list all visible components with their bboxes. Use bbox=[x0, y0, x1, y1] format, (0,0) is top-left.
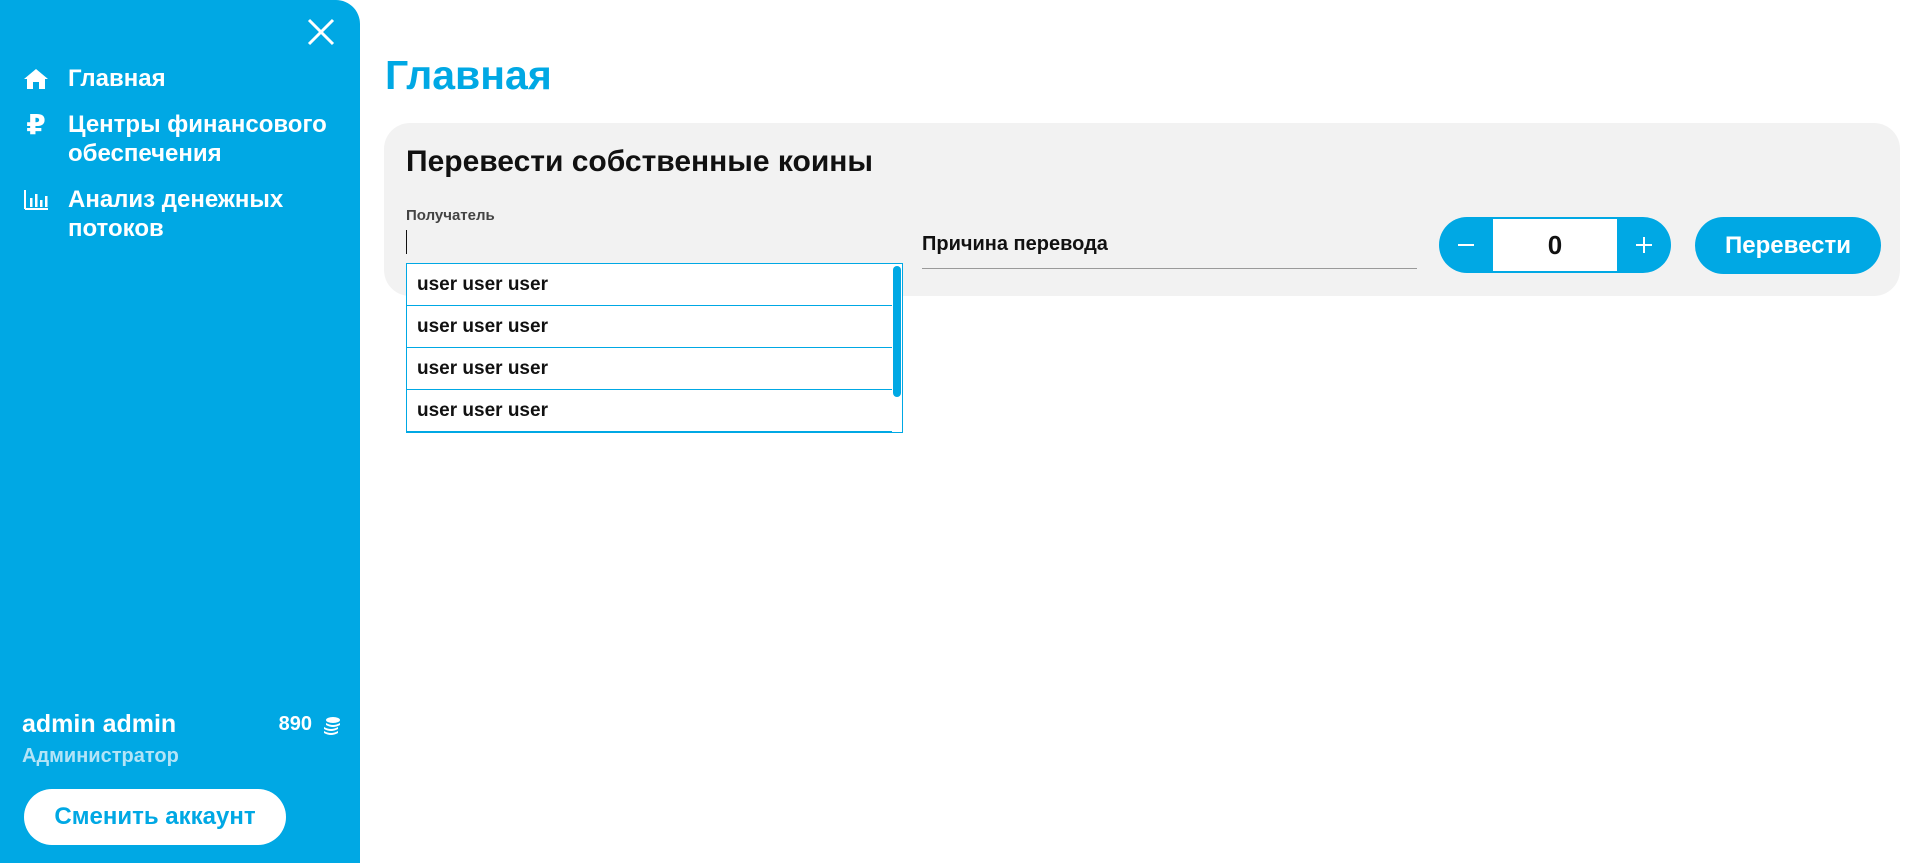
sidebar-item-home[interactable]: Главная bbox=[22, 64, 342, 93]
bar-chart-icon bbox=[22, 186, 50, 214]
recipient-field: Получатель bbox=[406, 207, 900, 256]
coin-balance: 890 bbox=[279, 713, 342, 736]
decrement-button[interactable] bbox=[1439, 217, 1493, 273]
sidebar-nav: Главная ₽ Центры финансового обеспечения… bbox=[22, 64, 342, 260]
page-title: Главная bbox=[385, 52, 552, 98]
suggestion-item[interactable]: user user user bbox=[407, 306, 892, 348]
recipient-suggestions-dropdown: user user user user user user user user … bbox=[406, 263, 903, 433]
plus-icon bbox=[1636, 237, 1652, 253]
coin-balance-value: 890 bbox=[278, 713, 312, 735]
recipient-label: Получатель bbox=[406, 207, 495, 224]
close-icon bbox=[307, 18, 335, 46]
minus-icon bbox=[1458, 244, 1474, 246]
sidebar-item-label: Главная bbox=[68, 65, 166, 92]
suggestion-item[interactable]: user user user bbox=[407, 390, 892, 432]
user-role: Администратор bbox=[22, 745, 179, 767]
ruble-glyph: ₽ bbox=[26, 109, 46, 140]
suggestion-item[interactable]: user user user bbox=[407, 348, 892, 390]
transfer-reason-placeholder: Причина перевода bbox=[922, 233, 1108, 255]
recipient-input[interactable] bbox=[406, 230, 900, 256]
home-icon bbox=[22, 65, 50, 93]
amount-input[interactable]: 0 bbox=[1493, 219, 1617, 271]
card-title: Перевести собственные коины bbox=[406, 145, 874, 178]
switch-account-button[interactable]: Сменить аккаунт bbox=[24, 789, 286, 845]
ruble-icon: ₽ bbox=[22, 111, 50, 139]
sidebar-item-finance-centers[interactable]: ₽ Центры финансового обеспечения bbox=[22, 110, 342, 168]
suggestion-item[interactable]: user user user bbox=[407, 264, 892, 306]
coins-icon bbox=[322, 715, 342, 735]
text-caret bbox=[406, 230, 407, 254]
close-sidebar-button[interactable] bbox=[305, 16, 337, 48]
transfer-button[interactable]: Перевести bbox=[1695, 217, 1881, 274]
sidebar-item-cashflow-analysis[interactable]: Анализ денежных потоков bbox=[22, 185, 342, 243]
increment-button[interactable] bbox=[1617, 217, 1671, 273]
amount-stepper: 0 bbox=[1439, 217, 1671, 273]
user-name: admin admin bbox=[22, 710, 177, 738]
user-info: admin admin 890 Администратор bbox=[22, 710, 342, 768]
transfer-reason-input[interactable]: Причина перевода bbox=[922, 227, 1417, 269]
dropdown-scrollbar[interactable] bbox=[893, 266, 901, 397]
sidebar-item-label: Центры финансового обеспечения bbox=[68, 111, 327, 167]
sidebar-item-label: Анализ денежных потоков bbox=[68, 186, 284, 242]
sidebar: Главная ₽ Центры финансового обеспечения… bbox=[0, 0, 360, 863]
